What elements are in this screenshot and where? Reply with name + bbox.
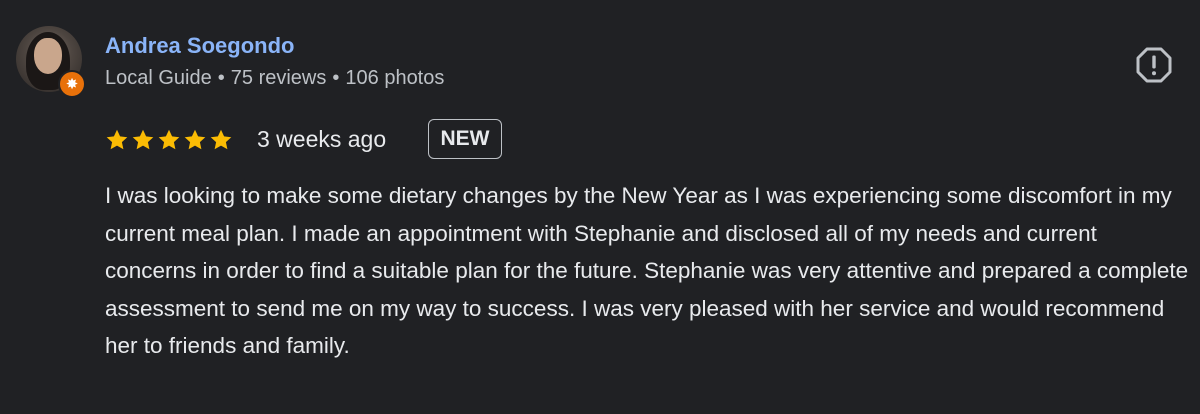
review-text: I was looking to make some dietary chang… [105, 183, 1189, 358]
star-icon [132, 129, 154, 150]
star-icon [106, 129, 128, 150]
star-icon [158, 129, 180, 150]
local-guide-label: Local Guide [105, 67, 212, 89]
report-icon [1136, 47, 1172, 83]
avatar[interactable]: ✸ [16, 26, 86, 98]
meta-separator: • [217, 67, 225, 89]
star-rating [105, 124, 233, 156]
star-icon [184, 129, 206, 150]
local-guide-badge-icon: ✸ [58, 70, 86, 98]
report-button[interactable] [1136, 47, 1172, 83]
photo-count: 106 photos [345, 67, 445, 89]
review-time: 3 weeks ago [257, 126, 387, 152]
new-badge: NEW [428, 119, 502, 159]
reviewer-meta[interactable]: Local Guide • 75 reviews • 106 photos [105, 67, 444, 90]
meta-separator: • [332, 67, 340, 89]
review-count: 75 reviews [230, 67, 327, 89]
star-icon [210, 129, 232, 150]
reviewer-name[interactable]: Andrea Soegondo [105, 33, 294, 59]
